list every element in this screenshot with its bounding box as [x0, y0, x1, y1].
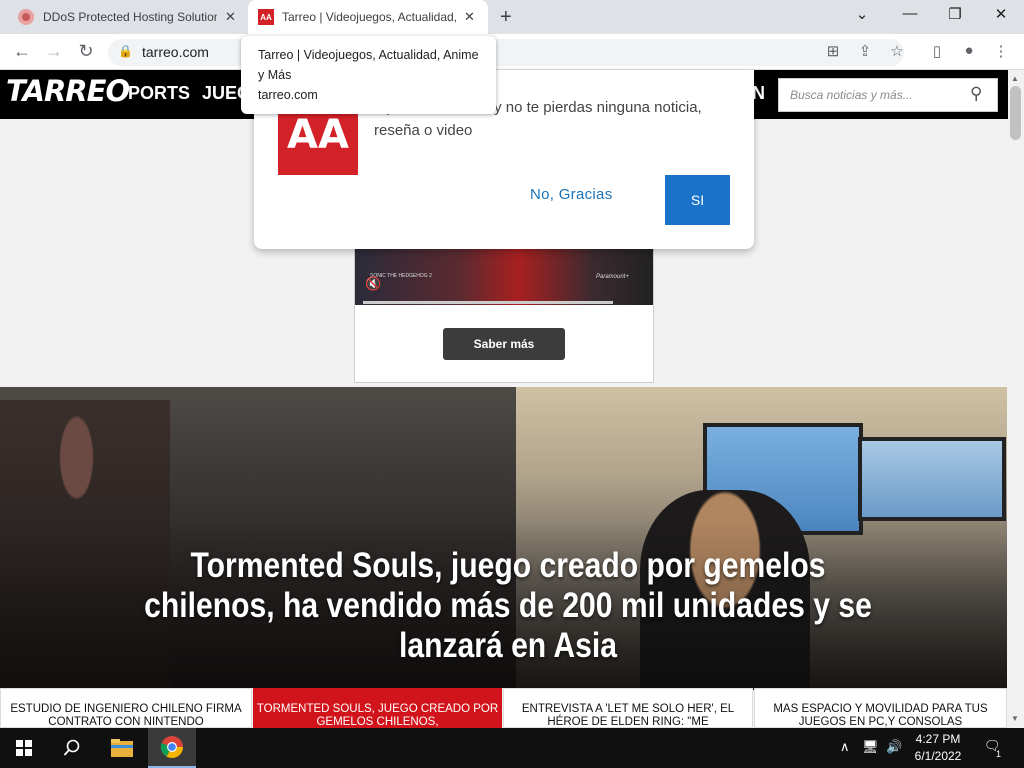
network-icon[interactable]: 🖥: [862, 739, 879, 755]
side-panel-icon[interactable]: ▯: [926, 42, 948, 60]
window-close-button[interactable]: ✕: [986, 5, 1016, 23]
page-scrollbar[interactable]: [1008, 70, 1024, 728]
search-icon[interactable]: ⚲: [970, 84, 982, 104]
ad-brand: Paramount+: [596, 274, 629, 280]
minimize-button[interactable]: —: [895, 5, 925, 22]
restore-button[interactable]: ❐: [940, 5, 970, 23]
news-card[interactable]: ESTUDIO DE INGENIERO CHILENO FIRMA CONTR…: [0, 688, 252, 728]
tab-search-icon[interactable]: ⌄: [847, 5, 877, 23]
notification-count: 1: [996, 749, 1002, 759]
windows-start-icon[interactable]: [0, 728, 48, 768]
tooltip-title: Tarreo | Videojuegos, Actualidad, Anime …: [258, 48, 479, 82]
accept-button[interactable]: SI: [665, 175, 730, 225]
tooltip-host: tarreo.com: [258, 88, 318, 102]
tab-tarreo[interactable]: AA Tarreo | Videojuegos, Actualidad, ✕: [248, 0, 488, 34]
back-button[interactable]: ←: [10, 41, 34, 62]
learn-more-button[interactable]: Saber más: [443, 328, 565, 360]
bookmark-star-icon[interactable]: ☆: [886, 42, 908, 60]
tab-tooltip: Tarreo | Videojuegos, Actualidad, Anime …: [241, 36, 496, 114]
menu-kebab-icon[interactable]: ⋮: [990, 42, 1012, 60]
tab-favicon: [18, 9, 34, 25]
chrome-icon[interactable]: [148, 728, 196, 768]
tab-title: DDoS Protected Hosting Solution: [43, 10, 217, 24]
news-card[interactable]: MAS ESPACIO Y MOVILIDAD PARA TUS JUEGOS …: [754, 688, 1007, 728]
ad-progress-bar: [363, 301, 613, 304]
file-explorer-icon[interactable]: [98, 728, 146, 768]
translate-icon[interactable]: ⊞: [822, 42, 844, 60]
url-text[interactable]: tarreo.com: [142, 44, 209, 60]
news-card-active[interactable]: TORMENTED SOULS, JUEGO CREADO POR GEMELO…: [253, 688, 502, 728]
taskbar-clock[interactable]: 4:27 PM 6/1/2022: [900, 731, 976, 765]
search-icon[interactable]: [48, 728, 96, 768]
address-bar[interactable]: [108, 39, 904, 66]
close-icon[interactable]: ✕: [464, 9, 475, 25]
close-icon[interactable]: ✕: [225, 9, 236, 25]
new-tab-button[interactable]: +: [500, 6, 512, 29]
nav-item-esports[interactable]: PORTS: [128, 83, 190, 104]
tray-chevron-icon[interactable]: ∧: [840, 739, 850, 755]
profile-icon[interactable]: ●: [958, 42, 980, 59]
scroll-up-icon[interactable]: ▲: [1011, 74, 1019, 83]
news-card[interactable]: ENTREVISTA A 'LET ME SOLO HER', EL HÉROE…: [503, 688, 753, 728]
tab-ddos[interactable]: DDoS Protected Hosting Solution ✕: [18, 0, 248, 34]
reload-button[interactable]: ↻: [74, 41, 98, 62]
site-logo[interactable]: TARREO: [6, 74, 130, 108]
tab-title: Tarreo | Videojuegos, Actualidad,: [282, 10, 456, 24]
mute-icon[interactable]: 🔇: [365, 276, 381, 292]
tab-favicon: AA: [258, 9, 274, 25]
clock-date: 6/1/2022: [914, 749, 962, 763]
decline-button[interactable]: No, Gracias: [530, 186, 613, 203]
lock-icon[interactable]: 🔒: [118, 44, 133, 58]
hero-title[interactable]: Tormented Souls, juego creado por gemelo…: [123, 546, 894, 666]
share-icon[interactable]: ⇪: [854, 42, 876, 60]
search-placeholder: Busca noticias y más...: [790, 88, 913, 102]
forward-button[interactable]: →: [42, 41, 66, 62]
hero-monitor: [858, 437, 1006, 521]
clock-time: 4:27 PM: [915, 732, 961, 746]
scrollbar-thumb[interactable]: [1010, 86, 1021, 140]
scroll-down-icon[interactable]: ▼: [1011, 714, 1019, 723]
